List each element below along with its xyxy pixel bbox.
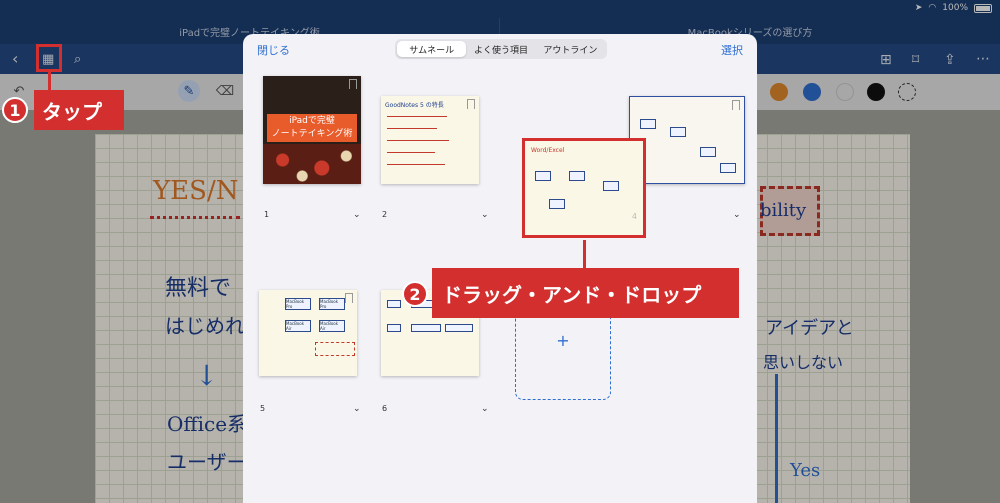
callout-leader: [583, 240, 586, 268]
step-2-label: ドラッグ・アンド・ドロップ: [432, 268, 739, 318]
page-thumbnail-5[interactable]: MacBook Pro MacBook Pro MacBook Air MacB…: [259, 290, 357, 376]
dashed-box: [315, 342, 355, 356]
dragged-page-title: Word/Excel: [531, 147, 565, 154]
diagram-box: [387, 324, 401, 332]
diagram-box: [411, 324, 441, 332]
page-2-line: [387, 164, 445, 165]
page-number-2: 2: [382, 210, 388, 219]
view-segmented-control: サムネール よく使う項目 アウトライン: [395, 39, 607, 59]
dragged-page-number: 4: [631, 212, 637, 221]
page-2-title: GoodNotes 5 の特長: [385, 102, 444, 109]
diagram-box: [535, 171, 551, 181]
chevron-down-icon[interactable]: ⌄: [353, 210, 361, 220]
diagram-box: [603, 181, 619, 191]
chevron-down-icon[interactable]: ⌄: [481, 404, 489, 414]
diagram-box: [670, 127, 686, 137]
diagram-box: MacBook Air: [285, 320, 311, 332]
page-thumbnail-1[interactable]: iPadで完璧 ノートテイキング術: [263, 76, 361, 184]
chevron-down-icon[interactable]: ⌄: [353, 404, 361, 414]
select-button[interactable]: 選択: [721, 42, 743, 58]
cover-pattern: [263, 144, 361, 184]
add-page-icon: +: [556, 330, 570, 350]
page-thumbnail-3[interactable]: [629, 96, 745, 184]
segment-favorites[interactable]: よく使う項目: [466, 41, 535, 57]
diagram-box: [640, 119, 656, 129]
segment-outline[interactable]: アウトライン: [536, 41, 605, 57]
chevron-down-icon[interactable]: ⌄: [733, 210, 741, 220]
callout-leader: [48, 72, 51, 90]
page-number-6: 6: [382, 404, 388, 413]
highlight-frame: [36, 44, 62, 72]
step-1-label: タップ: [34, 90, 124, 130]
step-1-badge: 1: [2, 97, 28, 123]
diagram-box: [569, 171, 585, 181]
diagram-box: MacBook Pro: [319, 298, 345, 310]
bookmark-icon[interactable]: [349, 79, 357, 89]
page-number-5: 5: [260, 404, 266, 413]
page-2-line: [387, 116, 447, 117]
sheet-header: 閉じる サムネール よく使う項目 アウトライン 選択: [243, 34, 757, 64]
diagram-box: [549, 199, 565, 209]
bookmark-icon[interactable]: [467, 99, 475, 109]
step-2-badge: 2: [402, 281, 428, 307]
diagram-box: MacBook Pro: [285, 298, 311, 310]
cover-title: iPadで完璧 ノートテイキング術: [267, 114, 357, 142]
page-2-line: [387, 152, 435, 153]
diagram-box: [720, 163, 736, 173]
dragged-page-thumbnail[interactable]: Word/Excel 4: [522, 138, 646, 238]
page-2-line: [387, 140, 449, 141]
bookmark-icon[interactable]: [732, 100, 740, 110]
diagram-box: MacBook Air: [319, 320, 345, 332]
diagram-box: [700, 147, 716, 157]
diagram-box: [445, 324, 473, 332]
chevron-down-icon[interactable]: ⌄: [481, 210, 489, 220]
page-thumbnail-2[interactable]: GoodNotes 5 の特長: [381, 96, 479, 184]
page-2-line: [387, 128, 437, 129]
segment-thumbnails[interactable]: サムネール: [397, 41, 467, 57]
page-number-1: 1: [264, 210, 270, 219]
close-button[interactable]: 閉じる: [257, 42, 290, 58]
bookmark-icon[interactable]: [345, 293, 353, 303]
diagram-box: [387, 300, 401, 308]
